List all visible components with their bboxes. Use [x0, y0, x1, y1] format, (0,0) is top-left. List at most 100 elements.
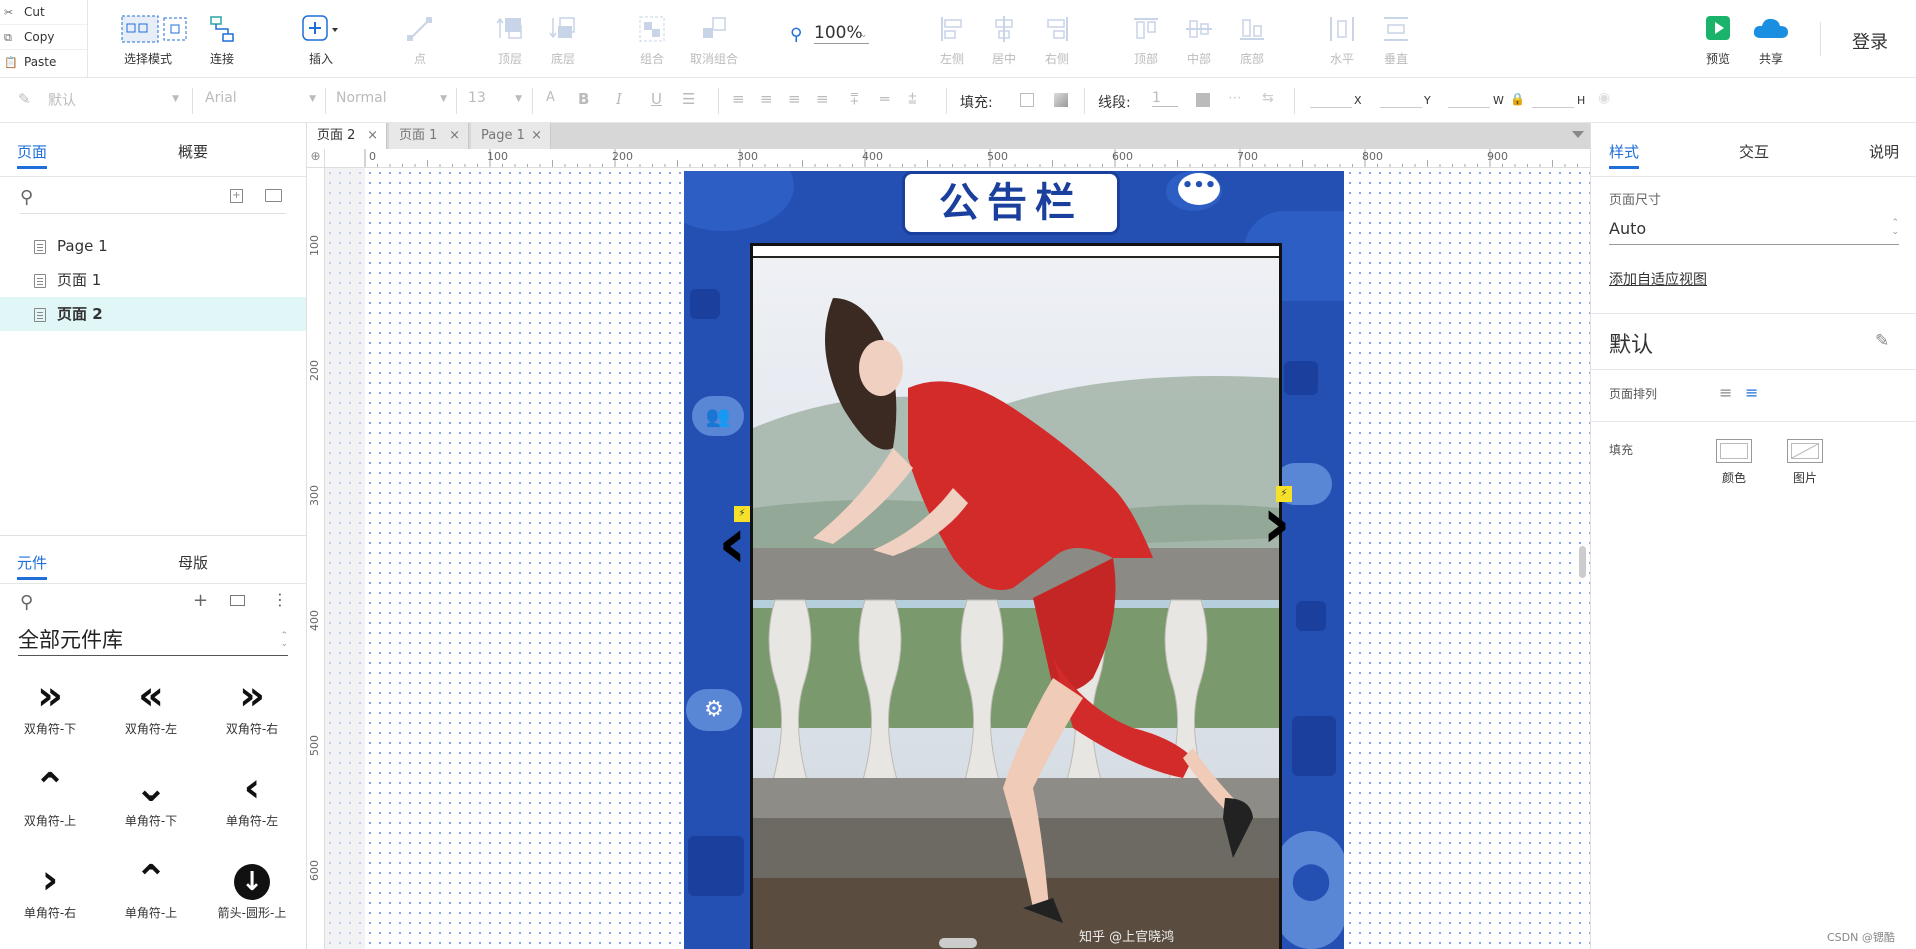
- align-text-center-icon[interactable]: ≡: [760, 90, 773, 108]
- underline-icon[interactable]: U: [651, 90, 662, 108]
- valign-middle-icon[interactable]: ═: [880, 90, 889, 108]
- widget-double-chevron-up[interactable]: ⌃ 双角符-上: [0, 764, 100, 829]
- insert-button[interactable]: 插入: [293, 14, 349, 67]
- ungroup-button[interactable]: 取消组合: [686, 14, 742, 67]
- stroke-width-input[interactable]: 1: [1152, 90, 1178, 107]
- valign-top-icon[interactable]: ⩱: [850, 90, 859, 108]
- eye-icon[interactable]: ◉: [1598, 90, 1610, 106]
- page-item-page-1[interactable]: Page 1: [0, 229, 306, 263]
- connect-button[interactable]: 连接: [194, 14, 250, 67]
- library-search-icon[interactable]: ⚲: [20, 592, 33, 613]
- copy-button[interactable]: ⧉ Copy: [0, 25, 87, 50]
- widget-double-chevron-left[interactable]: « 双角符-左: [101, 672, 201, 737]
- edit-style-icon[interactable]: ✎: [1875, 331, 1889, 351]
- fill-color-button[interactable]: [1716, 439, 1752, 463]
- y-input[interactable]: [1380, 90, 1422, 108]
- widget-chevron-down[interactable]: ⌄ 单角符-下: [101, 764, 201, 829]
- align-center-button[interactable]: 居中: [976, 14, 1032, 67]
- widget-chevron-right[interactable]: › 单角符-右: [0, 856, 100, 921]
- widget-chevron-up[interactable]: ⌃ 单角符-上: [101, 856, 201, 921]
- distribute-vertical-button[interactable]: 垂直: [1368, 14, 1424, 67]
- close-icon[interactable]: ×: [449, 123, 460, 149]
- bottom-layer-button[interactable]: 底层: [535, 14, 591, 67]
- tab-notes[interactable]: 说明: [1869, 141, 1899, 162]
- italic-icon[interactable]: I: [616, 90, 622, 108]
- carousel-prev-arrow[interactable]: ‹: [718, 508, 758, 578]
- carousel-next-arrow[interactable]: ›: [1262, 488, 1302, 558]
- close-icon[interactable]: ×: [531, 123, 542, 149]
- close-icon[interactable]: ×: [367, 123, 378, 149]
- page-item-page-1-cn[interactable]: 页面 1: [0, 263, 306, 297]
- font-size-select[interactable]: 13 ▼: [468, 90, 526, 112]
- fill-image-button[interactable]: [1787, 439, 1823, 463]
- preview-button[interactable]: 预览: [1690, 14, 1746, 67]
- widget-double-chevron-right[interactable]: » 双角符-右: [202, 672, 302, 737]
- more-vertical-icon[interactable]: ⋮: [272, 590, 288, 609]
- tab-interaction[interactable]: 交互: [1739, 141, 1769, 162]
- cut-button[interactable]: ✂ Cut: [0, 0, 87, 25]
- login-button[interactable]: 登录: [1852, 28, 1888, 54]
- tab-style[interactable]: 样式: [1609, 141, 1640, 169]
- add-adaptive-view-link[interactable]: 添加自适应视图: [1609, 269, 1707, 289]
- add-library-icon[interactable]: +: [193, 590, 208, 611]
- library-select[interactable]: 全部元件库 ⌃ ⌄: [18, 624, 288, 656]
- w-input[interactable]: [1448, 90, 1490, 108]
- share-button[interactable]: 共享: [1743, 14, 1799, 67]
- align-page-center-icon[interactable]: ≡: [1745, 383, 1758, 402]
- style-select[interactable]: 默认 ▼: [48, 90, 183, 112]
- align-middle-button[interactable]: 中部: [1171, 14, 1227, 67]
- align-page-left-icon[interactable]: ≡: [1719, 383, 1732, 402]
- x-input[interactable]: [1310, 90, 1352, 108]
- align-left-button[interactable]: 左侧: [924, 14, 980, 67]
- add-folder-icon[interactable]: [265, 189, 282, 202]
- h-input[interactable]: [1532, 90, 1574, 108]
- design-canvas[interactable]: 👥 ⚙ ⬤ ••• 公告栏 知乎 @上官晓鸿 ‹ ⚡ › ⚡: [325, 168, 1590, 949]
- zoom-control[interactable]: ⚲ 100% ⌄: [790, 22, 880, 48]
- stroke-pattern-icon[interactable]: ⋯: [1228, 90, 1242, 106]
- stroke-color-swatch[interactable]: [1196, 93, 1210, 107]
- vertical-scrollbar[interactable]: [1579, 546, 1586, 578]
- fill-color-swatch[interactable]: [1020, 93, 1034, 107]
- align-right-button[interactable]: 右侧: [1029, 14, 1085, 67]
- font-color-icon[interactable]: A: [546, 90, 555, 105]
- align-top-button[interactable]: 顶部: [1118, 14, 1174, 67]
- ruler-corner-crosshair-icon[interactable]: ⊕: [307, 149, 325, 168]
- widget-arrow-circle-up[interactable]: ↓ 箭头-圆形-上: [202, 856, 302, 921]
- horizontal-scrollbar[interactable]: [939, 938, 977, 948]
- font-weight-select[interactable]: Normal ▼: [336, 90, 451, 112]
- align-bottom-button[interactable]: 底部: [1224, 14, 1280, 67]
- align-text-right-icon[interactable]: ≡: [788, 90, 801, 108]
- justify-text-icon[interactable]: ≡: [816, 90, 829, 108]
- align-text-left-icon[interactable]: ≡: [732, 90, 745, 108]
- point-button[interactable]: 点: [392, 14, 448, 67]
- widget-double-chevron-down[interactable]: » 双角符-下: [0, 672, 100, 737]
- tab-masters[interactable]: 母版: [178, 552, 208, 573]
- page-item-page-2-cn[interactable]: 页面 2: [0, 297, 306, 331]
- paste-button[interactable]: 📋 Paste: [0, 50, 87, 75]
- doc-tab-page-1-cn[interactable]: 页面 1 ×: [389, 123, 469, 149]
- distribute-horizontal-button[interactable]: 水平: [1314, 14, 1370, 67]
- tab-widgets[interactable]: 元件: [17, 552, 48, 580]
- add-page-icon[interactable]: +: [230, 189, 243, 203]
- top-layer-button[interactable]: 顶层: [482, 14, 538, 67]
- bulletin-board[interactable]: 👥 ⚙ ⬤ ••• 公告栏 知乎 @上官晓鸿 ‹ ⚡ › ⚡: [684, 171, 1344, 949]
- fill-gradient-swatch[interactable]: [1054, 93, 1068, 107]
- group-button[interactable]: 组合: [624, 14, 680, 67]
- arrow-style-icon[interactable]: ⇆: [1262, 90, 1274, 106]
- page-size-select[interactable]: Auto ⌃ ⌄: [1609, 219, 1899, 245]
- tab-pages[interactable]: 页面: [17, 141, 48, 169]
- doc-tab-page-2[interactable]: 页面 2 ×: [307, 123, 387, 149]
- doc-tab-page-1[interactable]: Page 1 ×: [471, 123, 551, 149]
- font-select[interactable]: Arial ▼: [205, 90, 320, 112]
- library-menu-icon[interactable]: [230, 595, 245, 606]
- select-mode-button[interactable]: 选择模式: [120, 14, 187, 67]
- valign-bottom-icon[interactable]: ⩲: [908, 90, 917, 108]
- bullet-list-icon[interactable]: ☰: [682, 90, 695, 108]
- widget-chevron-left[interactable]: ‹ 单角符-左: [202, 764, 302, 829]
- lock-icon[interactable]: 🔒: [1510, 92, 1525, 106]
- search-icon[interactable]: ⚲: [20, 187, 33, 208]
- style-painter-icon[interactable]: ✎: [18, 90, 31, 108]
- tab-outline[interactable]: 概要: [178, 141, 208, 162]
- bold-icon[interactable]: B: [578, 90, 589, 108]
- tabs-overflow-icon[interactable]: [1572, 131, 1584, 138]
